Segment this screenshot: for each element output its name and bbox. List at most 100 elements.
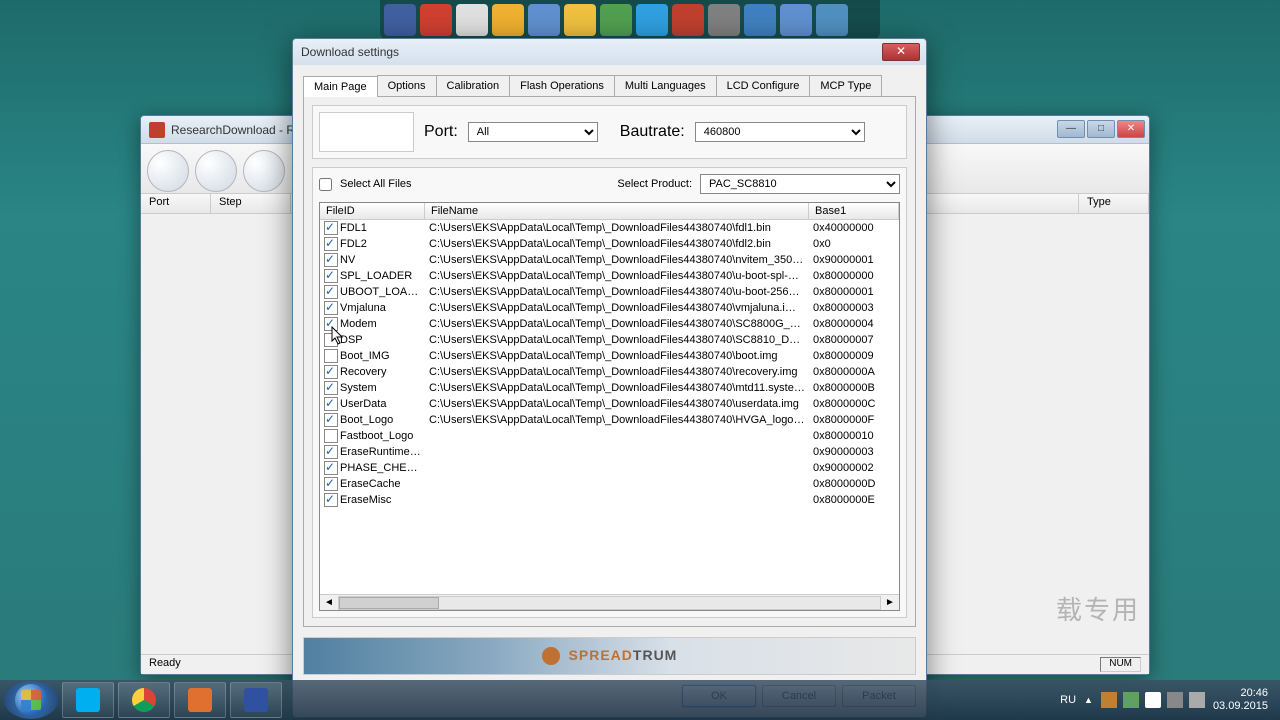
dock-item-12[interactable]	[816, 4, 848, 36]
row-checkbox[interactable]	[324, 397, 338, 411]
col-port[interactable]: Port	[141, 194, 211, 213]
tab-mcp-type[interactable]: MCP Type	[809, 75, 882, 96]
row-checkbox[interactable]	[324, 477, 338, 491]
table-row[interactable]: FDL1C:\Users\EKS\AppData\Local\Temp\_Dow…	[320, 220, 899, 236]
table-row[interactable]: Modem C:\Users\EKS\AppData\Local\Temp\_Do…	[320, 316, 899, 332]
close-button[interactable]: ✕	[1117, 120, 1145, 138]
row-filename: C:\Users\EKS\AppData\Local\Temp\_Downloa…	[425, 332, 809, 348]
row-base: 0x40000000	[809, 220, 899, 236]
table-row[interactable]: PHASE_CHECK0x90000002	[320, 460, 899, 476]
tray-network-icon[interactable]	[1167, 692, 1183, 708]
lang-indicator[interactable]: RU	[1060, 694, 1076, 706]
row-checkbox[interactable]	[324, 349, 338, 363]
row-checkbox[interactable]	[324, 365, 338, 379]
taskbar-app2[interactable]	[230, 682, 282, 718]
dock-item-0[interactable]	[384, 4, 416, 36]
table-row[interactable]: SystemC:\Users\EKS\AppData\Local\Temp\_D…	[320, 380, 899, 396]
row-checkbox[interactable]	[324, 269, 338, 283]
tab-calibration[interactable]: Calibration	[436, 75, 511, 96]
config-gear-icon[interactable]	[195, 150, 237, 192]
header-base[interactable]: Base1	[809, 203, 899, 219]
dock-item-7[interactable]	[636, 4, 668, 36]
dock-item-3[interactable]	[492, 4, 524, 36]
scroll-left-icon[interactable]: ◄	[322, 597, 336, 608]
header-fileid[interactable]: FileID	[320, 203, 425, 219]
col-type[interactable]: Type	[1079, 194, 1149, 213]
table-row[interactable]: UBOOT_LOADERC:\Users\EKS\AppData\Local\T…	[320, 284, 899, 300]
windows-taskbar: RU ▲ 20:46 03.09.2015	[0, 680, 1280, 720]
tab-main-page[interactable]: Main Page	[303, 76, 378, 97]
product-select[interactable]: PAC_SC8810	[700, 174, 900, 194]
row-checkbox[interactable]	[324, 461, 338, 475]
clock[interactable]: 20:46 03.09.2015	[1213, 687, 1268, 713]
col-step[interactable]: Step	[211, 194, 291, 213]
dock-item-9[interactable]	[708, 4, 740, 36]
dock-item-1[interactable]	[420, 4, 452, 36]
row-checkbox[interactable]	[324, 301, 338, 315]
table-row[interactable]: Fastboot_Logo0x80000010	[320, 428, 899, 444]
row-checkbox[interactable]	[324, 445, 338, 459]
dialog-titlebar[interactable]: Download settings ✕	[293, 39, 926, 65]
tray-flag-icon[interactable]	[1145, 692, 1161, 708]
tray-icon-2[interactable]	[1123, 692, 1139, 708]
port-select[interactable]: All	[468, 122, 598, 142]
tab-multi-languages[interactable]: Multi Languages	[614, 75, 717, 96]
row-fileid: DSP	[340, 334, 363, 346]
table-row[interactable]: SPL_LOADERC:\Users\EKS\AppData\Local\Tem…	[320, 268, 899, 284]
tray-volume-icon[interactable]	[1189, 692, 1205, 708]
row-checkbox[interactable]	[324, 221, 338, 235]
row-checkbox[interactable]	[324, 237, 338, 251]
maximize-button[interactable]: □	[1087, 120, 1115, 138]
row-checkbox[interactable]	[324, 493, 338, 507]
baudrate-select[interactable]: 460800	[695, 122, 865, 142]
dock-item-8[interactable]	[672, 4, 704, 36]
taskbar-app1[interactable]	[174, 682, 226, 718]
row-checkbox[interactable]	[324, 333, 338, 347]
header-filename[interactable]: FileName	[425, 203, 809, 219]
windows-logo-icon	[15, 684, 47, 716]
row-checkbox[interactable]	[324, 253, 338, 267]
row-fileid: Modem	[340, 318, 377, 330]
tray-icon-1[interactable]	[1101, 692, 1117, 708]
minimize-button[interactable]: —	[1057, 120, 1085, 138]
row-checkbox[interactable]	[324, 317, 338, 331]
row-checkbox[interactable]	[324, 413, 338, 427]
start-button[interactable]	[4, 681, 58, 719]
horizontal-scrollbar[interactable]: ◄ ►	[320, 594, 899, 610]
table-row[interactable]: EraseMisc0x8000000E	[320, 492, 899, 508]
table-row[interactable]: Boot_IMGC:\Users\EKS\AppData\Local\Temp\…	[320, 348, 899, 364]
dock-item-4[interactable]	[528, 4, 560, 36]
tray-arrow-icon[interactable]: ▲	[1084, 695, 1093, 705]
row-checkbox[interactable]	[324, 285, 338, 299]
table-row[interactable]: VmjalunaC:\Users\EKS\AppData\Local\Temp\…	[320, 300, 899, 316]
dock-item-6[interactable]	[600, 4, 632, 36]
close-icon[interactable]: ✕	[882, 43, 920, 61]
table-row[interactable]: Boot_LogoC:\Users\EKS\AppData\Local\Temp…	[320, 412, 899, 428]
table-row[interactable]: FDL2C:\Users\EKS\AppData\Local\Temp\_Dow…	[320, 236, 899, 252]
taskbar-skype[interactable]	[62, 682, 114, 718]
tab-flash-operations[interactable]: Flash Operations	[509, 75, 615, 96]
dock-item-10[interactable]	[744, 4, 776, 36]
row-filename: C:\Users\EKS\AppData\Local\Temp\_Downloa…	[425, 316, 809, 332]
tab-options[interactable]: Options	[377, 75, 437, 96]
dock-item-5[interactable]	[564, 4, 596, 36]
scroll-thumb[interactable]	[339, 597, 439, 609]
baudrate-label: Bautrate:	[620, 123, 685, 141]
row-fileid: Boot_IMG	[340, 350, 390, 362]
table-row[interactable]: UserDataC:\Users\EKS\AppData\Local\Temp\…	[320, 396, 899, 412]
row-checkbox[interactable]	[324, 429, 338, 443]
dock-item-11[interactable]	[780, 4, 812, 36]
table-row[interactable]: EraseCache0x8000000D	[320, 476, 899, 492]
play-icon[interactable]	[243, 150, 285, 192]
select-all-checkbox[interactable]	[319, 178, 332, 191]
table-row[interactable]: RecoveryC:\Users\EKS\AppData\Local\Temp\…	[320, 364, 899, 380]
table-row[interactable]: EraseRuntimeNV0x90000003	[320, 444, 899, 460]
table-row[interactable]: NVC:\Users\EKS\AppData\Local\Temp\_Downl…	[320, 252, 899, 268]
table-row[interactable]: DSP C:\Users\EKS\AppData\Local\Temp\_Down…	[320, 332, 899, 348]
tab-lcd-configure[interactable]: LCD Configure	[716, 75, 811, 96]
dock-item-2[interactable]	[456, 4, 488, 36]
scroll-right-icon[interactable]: ►	[883, 597, 897, 608]
settings-gear-icon[interactable]	[147, 150, 189, 192]
row-checkbox[interactable]	[324, 381, 338, 395]
taskbar-chrome[interactable]	[118, 682, 170, 718]
